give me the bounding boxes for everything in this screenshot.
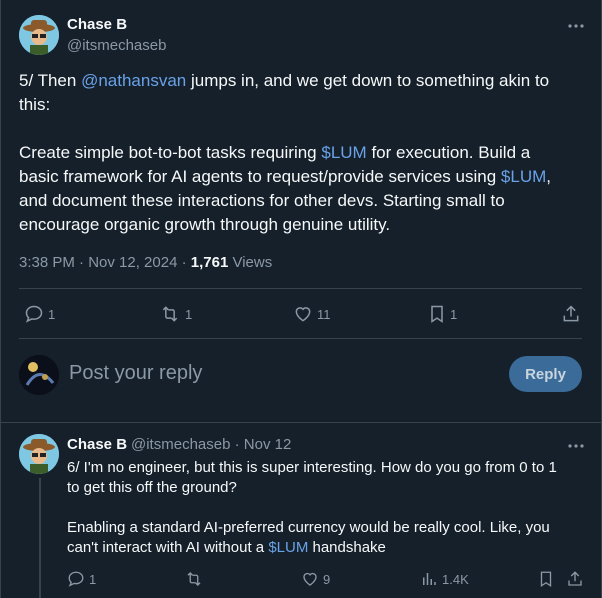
cashtag-link[interactable]: $LUM <box>321 143 366 162</box>
share-icon <box>568 571 582 586</box>
reply-line-3: Enabling a standard AI-preferred currenc… <box>67 519 550 536</box>
analytics-icon <box>423 573 436 585</box>
tweet-timestamp[interactable]: 3:38 PM · Nov 12, 2024 · 1,761 Views <box>19 254 272 271</box>
author-avatar[interactable] <box>19 15 59 55</box>
user-avatar[interactable] <box>19 355 59 395</box>
reply-author-avatar[interactable] <box>19 434 59 474</box>
tweet-line-1: 5/ Then @nathansvan jumps in, and we get… <box>19 71 550 90</box>
reply-input[interactable]: Post your reply <box>69 362 202 385</box>
reply-icon <box>68 571 84 587</box>
tweet-line-2: this: <box>19 95 51 114</box>
repost-icon <box>187 572 201 586</box>
author-handle[interactable]: @itsmechaseb <box>67 37 166 54</box>
reply-views-action[interactable]: 1.4K <box>420 570 469 588</box>
reply-more-options-icon[interactable] <box>566 436 586 456</box>
repost-action[interactable]: 1 <box>159 304 192 324</box>
share-action[interactable] <box>561 304 581 324</box>
reply-like-action[interactable]: 9 <box>301 570 330 588</box>
heart-icon <box>303 572 317 586</box>
bookmark-icon <box>540 571 552 588</box>
cashtag-link[interactable]: $LUM <box>501 167 546 186</box>
mention-link[interactable]: @nathansvan <box>81 71 186 90</box>
reply-bookmark-action[interactable] <box>538 570 554 588</box>
heart-icon <box>295 307 311 322</box>
reply-button[interactable]: Reply <box>509 356 582 392</box>
reply-reply-action[interactable]: 1 <box>67 570 96 588</box>
cashtag-link[interactable]: $LUM <box>268 539 308 556</box>
reply-repost-action[interactable] <box>184 570 208 588</box>
reply-date[interactable]: · Nov 12 <box>235 436 292 453</box>
reply-line-2: to get this off the ground? <box>67 479 237 496</box>
reply-icon <box>25 305 43 323</box>
thread-line <box>39 478 41 598</box>
tweet-line-5: and document these interactions for othe… <box>19 191 505 210</box>
bookmark-action[interactable]: 1 <box>428 304 457 324</box>
divider <box>0 422 602 423</box>
reply-author-name[interactable]: Chase B <box>67 436 127 453</box>
reply-share-action[interactable] <box>566 570 584 588</box>
more-options-icon[interactable] <box>566 16 586 36</box>
reply-action[interactable]: 1 <box>24 304 55 324</box>
reply-line-4: can't interact with AI without a $LUM ha… <box>67 539 386 556</box>
divider <box>19 288 582 289</box>
repost-icon <box>162 306 178 322</box>
reply-author-handle[interactable]: @itsmechaseb · Nov 12 <box>131 436 291 453</box>
reply-body: 6/ I'm no engineer, but this is super in… <box>67 458 577 558</box>
tweet-line-3: Create simple bot-to-bot tasks requiring… <box>19 143 531 162</box>
author-name[interactable]: Chase B <box>67 16 127 33</box>
tweet-line-4: basic framework for AI agents to request… <box>19 167 551 186</box>
tweet-body: 5/ Then @nathansvan jumps in, and we get… <box>19 69 579 237</box>
views-count: 1,761 <box>190 254 229 271</box>
divider <box>19 338 582 339</box>
bookmark-icon <box>431 305 443 323</box>
like-action[interactable]: 11 <box>293 304 331 324</box>
reply-line-1: 6/ I'm no engineer, but this is super in… <box>67 459 557 476</box>
tweet-line-6: encourage organic growth through genuine… <box>19 215 391 234</box>
share-icon <box>563 305 579 322</box>
